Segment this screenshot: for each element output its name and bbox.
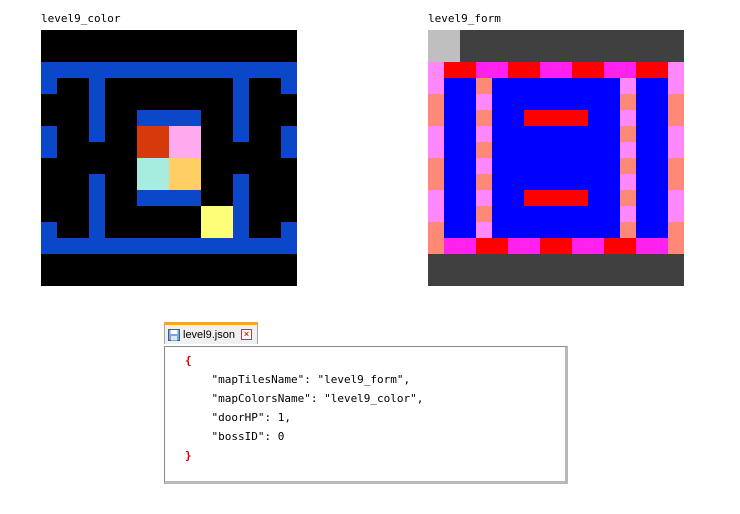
left-edge-tile: [428, 222, 444, 254]
bottom-border-tile: [636, 238, 668, 254]
top-border-tile: [476, 62, 508, 78]
left-edge-tile: [428, 126, 444, 158]
form-map-label: level9_form: [428, 12, 501, 25]
aqua-tile: [137, 158, 169, 190]
json-editor: level9.json × { "mapTilesName": "level9_…: [164, 322, 568, 486]
blue-wall-tile: [281, 222, 297, 238]
inner-left-column-tile: [476, 190, 492, 206]
left-edge-tile: [428, 158, 444, 190]
bottom-border-tile: [540, 238, 572, 254]
code-line: "bossID": 0: [185, 430, 285, 443]
right-edge-tile: [668, 62, 684, 94]
top-border-tile: [508, 62, 540, 78]
right-edge-tile: [668, 94, 684, 126]
inner-right-column-tile: [620, 94, 636, 110]
blue-wall-tile: [41, 78, 57, 94]
inner-left-column-tile: [476, 174, 492, 190]
bottom-border-tile: [572, 238, 604, 254]
color-map-image: [41, 30, 297, 286]
gray-corner-tile: [428, 30, 460, 62]
top-bar: [428, 30, 684, 62]
red-bar-bottom: [524, 190, 588, 206]
code-brace: {: [185, 354, 192, 367]
inner-left-column-tile: [476, 206, 492, 222]
blue-wall-tile: [41, 222, 57, 238]
inner-right-column-tile: [620, 158, 636, 174]
bottom-border-tile: [604, 238, 636, 254]
inner-left-column-tile: [476, 142, 492, 158]
top-border-tile: [540, 62, 572, 78]
tab-level9-json[interactable]: level9.json ×: [164, 322, 258, 344]
form-map-canvas: [428, 30, 684, 286]
pink-tile: [169, 126, 201, 158]
bottom-border-tile: [508, 238, 540, 254]
inner-left-column-tile: [476, 94, 492, 110]
inner-right-column-tile: [620, 222, 636, 238]
blue-wall-tile: [233, 78, 249, 142]
right-edge-tile: [668, 190, 684, 222]
blue-wall-tile: [89, 174, 105, 238]
right-edge-tile: [668, 158, 684, 190]
blue-wall-tile: [137, 190, 201, 206]
top-border-tile: [604, 62, 636, 78]
code-line: "mapColorsName": "level9_color",: [185, 392, 424, 405]
gold-tile: [169, 158, 201, 190]
code-line: "mapTilesName": "level9_form",: [185, 373, 411, 386]
close-icon[interactable]: ×: [240, 329, 252, 340]
bottom-border-tile: [444, 238, 476, 254]
save-file-icon: [168, 328, 180, 341]
blue-wall-tile: [281, 126, 297, 158]
blue-wall-tile: [41, 126, 57, 158]
left-edge-tile: [428, 94, 444, 126]
code-brace: }: [185, 449, 192, 462]
blue-wall-tile: [233, 174, 249, 238]
blue-wall-tile: [41, 238, 297, 254]
right-edge-tile: [668, 126, 684, 158]
right-edge-tile: [668, 222, 684, 254]
inner-left-column-tile: [476, 78, 492, 94]
color-map-canvas: [41, 30, 297, 286]
top-border-tile: [444, 62, 476, 78]
inner-right-column-tile: [620, 174, 636, 190]
inner-right-column-tile: [620, 126, 636, 142]
blue-wall-tile: [89, 78, 105, 142]
blue-wall-tile: [41, 62, 297, 78]
blue-wall-tile: [281, 78, 297, 94]
top-border-tile: [572, 62, 604, 78]
blue-wall-tile: [137, 110, 201, 126]
top-border-tile: [636, 62, 668, 78]
yellow-tile: [201, 206, 233, 238]
inner-left-column-tile: [476, 158, 492, 174]
left-edge-tile: [428, 190, 444, 222]
bottom-border-tile: [476, 238, 508, 254]
inner-right-column-tile: [620, 142, 636, 158]
inner-left-column-tile: [476, 110, 492, 126]
inner-right-column-tile: [620, 78, 636, 94]
tab-label: level9.json: [183, 328, 235, 341]
inner-left-column-tile: [476, 126, 492, 142]
inner-right-column-tile: [620, 206, 636, 222]
rust-tile: [137, 126, 169, 158]
inner-left-column-tile: [476, 222, 492, 238]
inner-right-column-tile: [620, 110, 636, 126]
red-bar-top: [524, 110, 588, 126]
code-line: "doorHP": 1,: [185, 411, 291, 424]
bottom-bar: [428, 254, 684, 286]
color-map-label: level9_color: [41, 12, 121, 25]
inner-right-column-tile: [620, 190, 636, 206]
left-edge-tile: [428, 62, 444, 94]
code-area[interactable]: { "mapTilesName": "level9_form", "mapCol…: [164, 346, 568, 484]
form-map-image: [428, 30, 684, 286]
